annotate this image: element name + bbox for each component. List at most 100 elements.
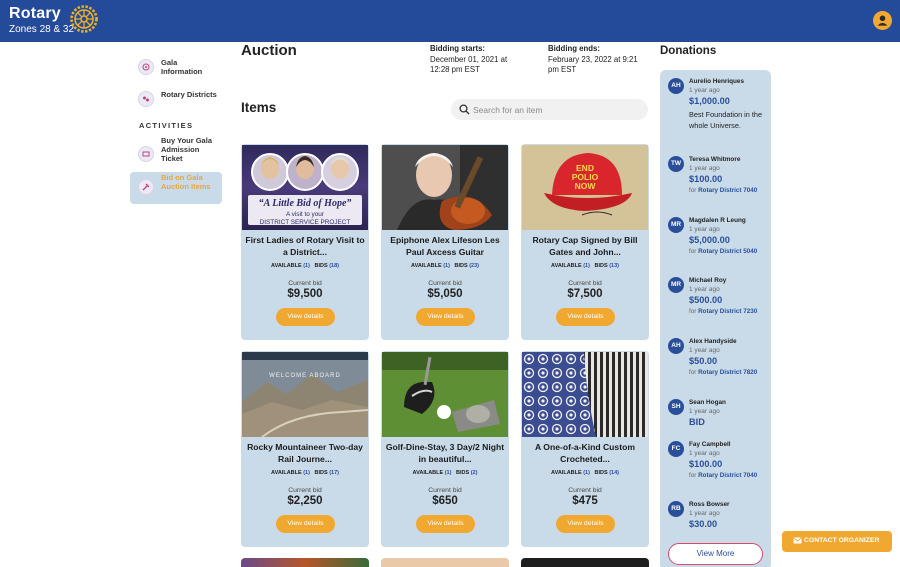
- view-details-button[interactable]: View details: [556, 515, 615, 533]
- bidding-starts-value: December 01, 2021 at 12:28 pm EST: [430, 54, 508, 75]
- donation-amount: $30.00: [689, 519, 718, 529]
- avatar: MR: [668, 217, 684, 233]
- donation-time: 1 year ago: [689, 450, 720, 457]
- avatar: RB: [668, 501, 684, 517]
- item-meta: AVAILABLE (1) BIDS (18): [271, 263, 339, 269]
- brand-logo[interactable]: Rotary Zones 28 & 32: [9, 5, 74, 36]
- current-bid-label: Current bid: [288, 280, 322, 287]
- bidding-ends-label: Bidding ends:: [548, 44, 600, 53]
- donation-amount: $1,000.00: [689, 96, 730, 106]
- view-details-button[interactable]: View details: [556, 308, 615, 326]
- brand-subtitle: Zones 28 & 32: [9, 24, 75, 35]
- donor-name: Sean Hogan: [689, 399, 726, 406]
- top-bar: Rotary Zones 28 & 32: [0, 0, 900, 42]
- item-card[interactable]: A One-of-a-Kind Custom Crocheted... AVAI…: [521, 351, 649, 547]
- avatar: SH: [668, 399, 684, 415]
- view-details-button[interactable]: View details: [416, 515, 475, 533]
- search-input[interactable]: [473, 102, 638, 117]
- image-caption-3: NOW: [574, 181, 596, 191]
- search-icon: [459, 104, 470, 115]
- items-heading: Items: [241, 100, 277, 115]
- donation-time: 1 year ago: [689, 510, 720, 517]
- item-card[interactable]: “A Little Bid of Hope” A visit to your D…: [241, 144, 369, 340]
- item-card[interactable]: Golf-Dine-Stay, 3 Day/2 Night in beautif…: [381, 351, 509, 547]
- current-bid-value: $7,500: [567, 288, 603, 300]
- current-bid-label: Current bid: [428, 280, 462, 287]
- sidebar-item-label: Rotary Districts: [161, 90, 217, 99]
- donation-message: Best Foundation in the whole Universe.: [689, 110, 763, 130]
- donor-name: Aurelio Henriques: [689, 78, 745, 85]
- image-caption-2: A visit to your: [285, 211, 324, 218]
- donor-name: Michael Roy: [689, 277, 727, 284]
- view-more-button[interactable]: View More: [668, 543, 763, 565]
- item-image: [382, 352, 508, 437]
- search-box: [451, 99, 648, 120]
- image-caption-3: DISTRICT SERVICE PROJECT: [259, 219, 351, 226]
- item-image: “A Little Bid of Hope” A visit to your D…: [242, 145, 368, 230]
- view-details-button[interactable]: View details: [276, 515, 335, 533]
- contact-organizer-button[interactable]: CONTACT ORGANIZER: [782, 531, 892, 552]
- user-avatar-button[interactable]: [873, 11, 892, 30]
- item-card[interactable]: WELCOME ABOARD Rocky Mountaineer Two-day…: [241, 351, 369, 547]
- item-meta: AVAILABLE (1) BIDS (17): [271, 470, 339, 476]
- donation-amount: $50.00: [689, 356, 718, 366]
- rotary-wheel-icon: [70, 5, 98, 33]
- current-bid-value: $650: [432, 495, 458, 507]
- sidebar-item-label: Gala Information: [161, 58, 203, 76]
- page-title: Auction: [241, 42, 297, 59]
- sidebar-item-buy-ticket[interactable]: Buy Your Gala Admission Ticket: [130, 136, 222, 172]
- donor-name: Teresa Whitmore: [689, 156, 741, 163]
- donation-amount: $5,000.00: [689, 235, 730, 245]
- contact-organizer-label: CONTACT ORGANIZER: [804, 537, 880, 544]
- current-bid-label: Current bid: [428, 487, 462, 494]
- current-bid-value: $475: [572, 495, 598, 507]
- sidebar-item-label: Bid on Gala Auction Items: [161, 173, 211, 191]
- brand-name: Rotary: [9, 5, 61, 22]
- districts-icon: [138, 91, 154, 107]
- auction-icon: [138, 179, 154, 195]
- sidebar-item-bid-auction[interactable]: Bid on Gala Auction Items: [130, 172, 222, 204]
- donation-time: 1 year ago: [689, 347, 720, 354]
- donor-name: Magdalen R Leung: [689, 217, 746, 224]
- avatar: MR: [668, 277, 684, 293]
- donation-amount: $500.00: [689, 295, 723, 305]
- donation-district: for Rotary District 7040: [689, 187, 758, 194]
- donation-time: 1 year ago: [689, 165, 720, 172]
- item-card[interactable]: END POLIO NOW Rotary Cap Signed by Bill …: [521, 144, 649, 340]
- item-card-partial[interactable]: [381, 558, 509, 567]
- bidding-ends-value: February 23, 2022 at 9:21 pm EST: [548, 54, 638, 75]
- item-meta: AVAILABLE (1) BIDS (23): [411, 263, 479, 269]
- item-card-partial[interactable]: [241, 558, 369, 567]
- bidding-starts: Bidding starts: December 01, 2021 at 12:…: [430, 44, 526, 76]
- user-icon: [877, 15, 888, 26]
- current-bid-label: Current bid: [568, 487, 602, 494]
- donation-district: for Rotary District 7040: [689, 472, 758, 479]
- sidebar-item-gala-information[interactable]: Gala Information: [130, 52, 222, 84]
- item-image: [522, 352, 648, 437]
- item-title: Rocky Mountaineer Two-day Rail Journe...: [247, 442, 363, 464]
- donation-time: 1 year ago: [689, 226, 720, 233]
- item-meta: AVAILABLE (1) BIDS (14): [551, 470, 619, 476]
- donation-time: 1 year ago: [689, 286, 720, 293]
- avatar: TW: [668, 156, 684, 172]
- item-card[interactable]: Epiphone Alex Lifeson Les Paul Axcess Gu…: [381, 144, 509, 340]
- current-bid-label: Current bid: [568, 280, 602, 287]
- item-title: Rotary Cap Signed by Bill Gates and John…: [532, 235, 638, 257]
- image-caption-1: “A Little Bid of Hope”: [258, 198, 352, 209]
- avatar: FC: [668, 441, 684, 457]
- donor-name: Fay Campbell: [689, 441, 731, 448]
- item-meta: AVAILABLE (1) BIDS (2): [412, 470, 478, 476]
- view-details-button[interactable]: View details: [416, 308, 475, 326]
- item-title: First Ladies of Rotary Visit to a Distri…: [245, 235, 365, 257]
- envelope-icon: [793, 537, 802, 544]
- avatar: AH: [668, 78, 684, 94]
- donation-time: 1 year ago: [689, 408, 720, 415]
- sidebar-item-rotary-districts[interactable]: Rotary Districts: [130, 84, 222, 116]
- ticket-icon: [138, 146, 154, 162]
- donation-district: for Rotary District 7230: [689, 308, 758, 315]
- item-title: Epiphone Alex Lifeson Les Paul Axcess Gu…: [390, 235, 500, 257]
- item-image: END POLIO NOW: [522, 145, 648, 230]
- view-details-button[interactable]: View details: [276, 308, 335, 326]
- activities-heading: ACTIVITIES: [139, 121, 194, 130]
- item-card-partial[interactable]: [521, 558, 649, 567]
